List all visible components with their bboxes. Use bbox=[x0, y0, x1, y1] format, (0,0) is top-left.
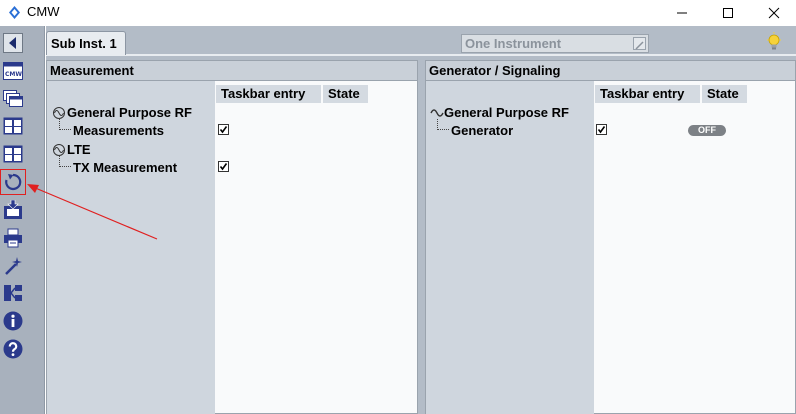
generator-state-toggle[interactable]: OFF bbox=[688, 125, 726, 136]
tree-group-lte[interactable]: LTE bbox=[67, 142, 91, 157]
measurement-panel: Measurement Taskbar entry State General … bbox=[46, 60, 418, 414]
print-icon bbox=[4, 228, 22, 248]
back-button[interactable] bbox=[2, 32, 24, 54]
layout-grid-icon bbox=[3, 117, 23, 135]
save-icon bbox=[4, 200, 22, 219]
tree-group-general-purpose-rf-gen[interactable]: General Purpose RF bbox=[444, 105, 569, 120]
help-button[interactable] bbox=[2, 338, 24, 360]
cmw-instrument-icon: CMW bbox=[3, 62, 23, 80]
generator-col-taskbar: Taskbar entry bbox=[595, 85, 700, 103]
generator-panel-title: Generator / Signaling bbox=[429, 63, 561, 78]
minimize-icon bbox=[677, 12, 687, 14]
instrument-select-value: One Instrument bbox=[465, 36, 562, 51]
generator-panel: Generator / Signaling Taskbar entry Stat… bbox=[425, 60, 796, 414]
print-button[interactable] bbox=[2, 227, 24, 249]
reset-icon bbox=[5, 173, 22, 191]
close-icon bbox=[768, 7, 780, 19]
measurements-taskbar-checkbox[interactable] bbox=[218, 124, 229, 135]
tab-label: Sub Inst. 1 bbox=[51, 36, 117, 51]
left-toolbar: CMW bbox=[0, 26, 45, 414]
svg-text:CMW: CMW bbox=[5, 71, 22, 78]
save-button[interactable] bbox=[2, 199, 24, 221]
checkmark-icon bbox=[219, 126, 228, 134]
dropdown-arrow-icon[interactable] bbox=[633, 37, 646, 50]
tree-connector bbox=[437, 119, 449, 130]
tree-connector bbox=[59, 119, 71, 130]
close-button[interactable] bbox=[751, 0, 796, 26]
generator-panel-header: Generator / Signaling bbox=[426, 61, 795, 81]
minimize-button[interactable] bbox=[659, 0, 705, 26]
wizard-button[interactable] bbox=[2, 255, 24, 277]
tab-sub-inst-1[interactable]: Sub Inst. 1 bbox=[46, 31, 126, 55]
layout-grid-alt-icon bbox=[3, 145, 23, 163]
tree-item-generator[interactable]: Generator bbox=[451, 123, 513, 138]
windows-button[interactable] bbox=[2, 88, 24, 110]
rs-logo-icon bbox=[9, 6, 20, 19]
windows-stack-icon bbox=[3, 90, 23, 107]
tx-measurement-taskbar-checkbox[interactable] bbox=[218, 161, 229, 172]
hierarchy-button[interactable] bbox=[2, 282, 24, 304]
title-bar: CMW bbox=[0, 0, 796, 26]
maximize-icon bbox=[723, 8, 733, 18]
waveform-node-icon[interactable] bbox=[52, 106, 66, 120]
instrument-select[interactable]: One Instrument bbox=[461, 34, 649, 53]
generator-col-state: State bbox=[702, 85, 747, 103]
cmw-button[interactable]: CMW bbox=[2, 60, 24, 82]
checkmark-icon bbox=[219, 163, 228, 171]
checkmark-icon bbox=[597, 126, 606, 134]
sine-wave-node-icon[interactable] bbox=[430, 106, 444, 120]
tab-strip-line bbox=[46, 54, 796, 56]
layout-alt-button[interactable] bbox=[2, 143, 24, 165]
tree-connector bbox=[59, 156, 71, 167]
measurement-panel-title: Measurement bbox=[50, 63, 134, 78]
waveform-node-icon[interactable] bbox=[52, 143, 66, 157]
tree-item-measurements[interactable]: Measurements bbox=[73, 123, 164, 138]
info-icon bbox=[3, 311, 23, 331]
back-arrow-icon bbox=[3, 33, 23, 53]
reset-button[interactable] bbox=[0, 169, 26, 195]
info-button[interactable] bbox=[2, 310, 24, 332]
tree-group-general-purpose-rf[interactable]: General Purpose RF bbox=[67, 105, 192, 120]
help-icon bbox=[3, 339, 23, 359]
measurement-panel-header: Measurement bbox=[47, 61, 417, 81]
lightbulb-icon[interactable] bbox=[766, 32, 782, 52]
hierarchy-icon bbox=[4, 285, 22, 301]
tree-item-tx-measurement[interactable]: TX Measurement bbox=[73, 160, 177, 175]
measurement-col-taskbar: Taskbar entry bbox=[216, 85, 321, 103]
maximize-button[interactable] bbox=[705, 0, 751, 26]
main-area: Sub Inst. 1 One Instrument Measurement T… bbox=[46, 26, 796, 414]
layout-button[interactable] bbox=[2, 115, 24, 137]
generator-taskbar-checkbox[interactable] bbox=[596, 124, 607, 135]
wizard-icon bbox=[5, 257, 22, 275]
measurement-col-state: State bbox=[323, 85, 368, 103]
window-title: CMW bbox=[27, 4, 60, 19]
